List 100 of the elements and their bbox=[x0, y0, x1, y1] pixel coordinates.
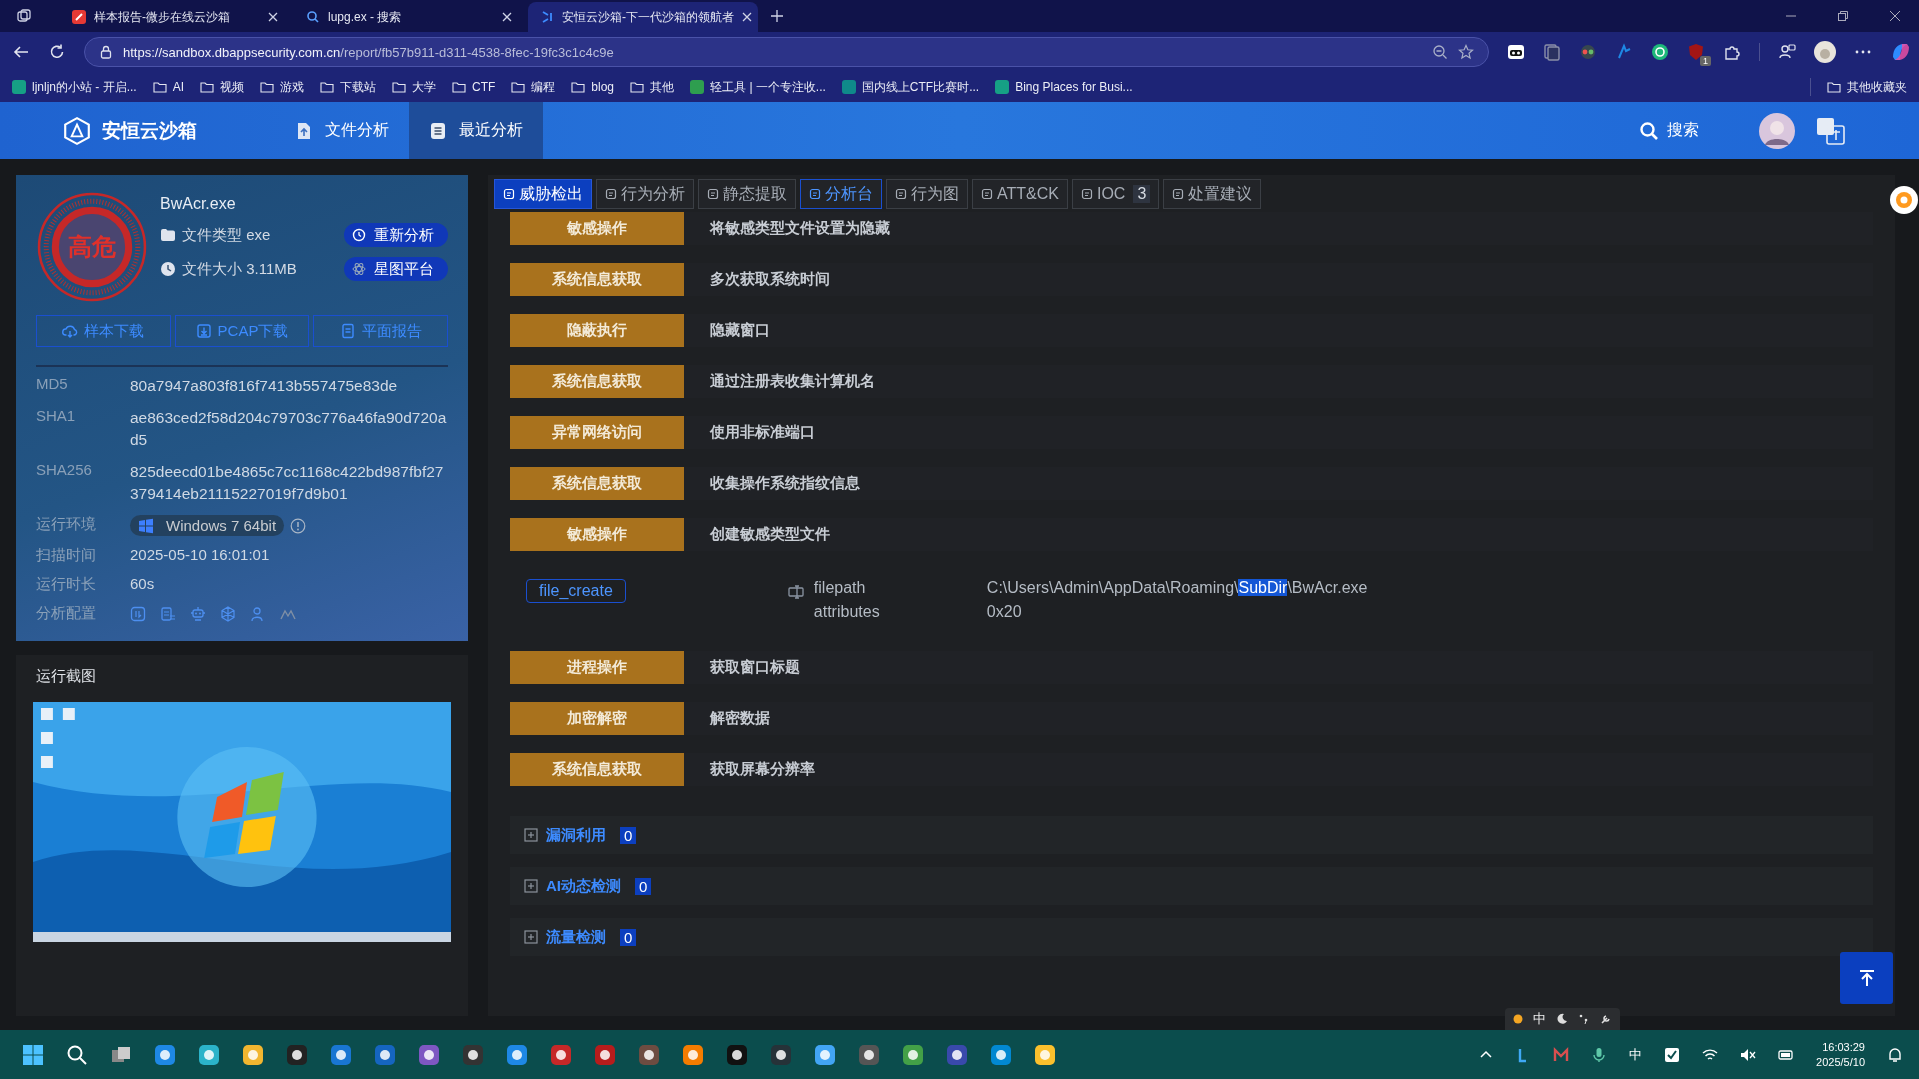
ime-mode[interactable]: 中 bbox=[1533, 1010, 1546, 1028]
reanalyze-button[interactable]: 重新分析 bbox=[344, 223, 448, 247]
bookmark-item[interactable]: 大学 bbox=[392, 78, 437, 96]
microphone-icon[interactable] bbox=[1591, 1046, 1608, 1063]
search-icon[interactable] bbox=[66, 1043, 88, 1066]
app-icon[interactable] bbox=[726, 1043, 748, 1066]
refresh-icon[interactable] bbox=[48, 43, 66, 61]
app-icon[interactable] bbox=[154, 1043, 176, 1066]
app-icon[interactable] bbox=[902, 1043, 924, 1066]
document-icon bbox=[160, 605, 176, 622]
copilot-icon[interactable] bbox=[1890, 41, 1912, 63]
app-icon[interactable] bbox=[594, 1043, 616, 1066]
feedback-icon[interactable] bbox=[1778, 43, 1796, 61]
zoom-out-icon[interactable] bbox=[1432, 44, 1448, 60]
nav-item[interactable]: 文件分析 bbox=[275, 102, 409, 159]
bookmark-item[interactable]: 视频 bbox=[200, 78, 245, 96]
app-icon[interactable] bbox=[330, 1043, 352, 1066]
app-icon[interactable] bbox=[682, 1043, 704, 1066]
app-icon[interactable] bbox=[418, 1043, 440, 1066]
start-icon[interactable] bbox=[22, 1043, 44, 1066]
app-icon[interactable] bbox=[286, 1043, 308, 1066]
app-icon[interactable] bbox=[374, 1043, 396, 1066]
extension-icon[interactable] bbox=[1579, 43, 1597, 61]
app-icon[interactable] bbox=[858, 1043, 880, 1066]
collapsible-section[interactable]: AI动态检测 0 bbox=[510, 867, 1873, 905]
profile-avatar[interactable] bbox=[1814, 41, 1836, 63]
tab-icon bbox=[605, 188, 617, 200]
bookmark-item[interactable]: 编程 bbox=[511, 78, 556, 96]
app-icon[interactable] bbox=[242, 1043, 264, 1066]
app-icon[interactable] bbox=[462, 1043, 484, 1066]
report-tab[interactable]: 威胁检出 bbox=[494, 179, 592, 209]
new-tab-icon[interactable] bbox=[770, 9, 784, 23]
bookmark-item[interactable]: 其他收藏夹 bbox=[1827, 78, 1907, 96]
expand-icon bbox=[524, 828, 538, 842]
punctuation-icon[interactable] bbox=[1578, 1013, 1590, 1025]
app-icon[interactable] bbox=[946, 1043, 968, 1066]
env-label: 运行环境 bbox=[36, 515, 97, 534]
category-tag: 异常网络访问 bbox=[510, 416, 684, 449]
count-badge: 0 bbox=[635, 877, 652, 895]
app-icon[interactable] bbox=[1034, 1043, 1056, 1066]
checkbox-icon[interactable] bbox=[1664, 1046, 1681, 1063]
bookmark-item[interactable]: 游戏 bbox=[260, 78, 305, 96]
app-icon[interactable] bbox=[550, 1043, 572, 1066]
close-icon[interactable] bbox=[1889, 10, 1901, 22]
close-icon[interactable] bbox=[502, 12, 512, 22]
back-to-top-button[interactable] bbox=[1840, 952, 1893, 1004]
collections-icon[interactable] bbox=[1543, 43, 1561, 61]
report-tab[interactable]: 处置建议 bbox=[1163, 179, 1262, 209]
user-avatar[interactable] bbox=[1759, 112, 1795, 149]
report-tab[interactable]: 行为分析 bbox=[596, 179, 694, 209]
app-icon[interactable] bbox=[990, 1043, 1012, 1066]
extension-icon[interactable] bbox=[1651, 43, 1669, 61]
app-icon[interactable] bbox=[814, 1043, 836, 1066]
browser-tab[interactable]: 安恒云沙箱-下一代沙箱的领航者 bbox=[528, 2, 758, 32]
tab-icon bbox=[1172, 188, 1185, 200]
search-link[interactable]: 搜索 bbox=[1639, 120, 1699, 141]
bookmark-item[interactable]: 下载站 bbox=[320, 78, 377, 96]
bookmark-item[interactable]: Bing Places for Busi... bbox=[995, 80, 1133, 94]
report-tab[interactable]: IOC 3 bbox=[1071, 179, 1160, 209]
report-tab[interactable]: 静态提取 bbox=[698, 179, 796, 209]
bookmark-item[interactable]: 国内线上CTF比赛时... bbox=[841, 78, 980, 96]
app-icon[interactable] bbox=[198, 1043, 220, 1066]
close-icon[interactable] bbox=[268, 12, 278, 22]
report-tab[interactable]: 分析台 bbox=[800, 179, 882, 209]
scan-time: 2025-05-10 16:01:01 bbox=[130, 546, 271, 565]
restore-icon[interactable] bbox=[1837, 10, 1849, 22]
threat-description: 解密数据 bbox=[710, 709, 770, 728]
app-icon[interactable] bbox=[638, 1043, 660, 1066]
puzzle-icon[interactable] bbox=[1723, 43, 1741, 61]
bookmark-item[interactable]: 轻工具 | 一个专注收... bbox=[690, 78, 826, 96]
info-icon[interactable] bbox=[290, 517, 307, 534]
app-icon[interactable] bbox=[506, 1043, 528, 1066]
report-tab[interactable]: 行为图 bbox=[886, 179, 968, 209]
ime-indicator[interactable]: 中 bbox=[1629, 1045, 1643, 1064]
brand-name: 安恒云沙箱 bbox=[102, 118, 197, 143]
wrench-icon[interactable] bbox=[1600, 1013, 1612, 1025]
collapsible-section[interactable]: 流量检测 0 bbox=[510, 918, 1873, 956]
floating-widget-icon[interactable] bbox=[1889, 185, 1919, 215]
close-icon[interactable] bbox=[742, 12, 752, 22]
bookmark-item[interactable]: CTF bbox=[452, 80, 496, 94]
collapsible-section[interactable]: 漏洞利用 0 bbox=[510, 816, 1873, 854]
browser-tab[interactable]: 样本报告-微步在线云沙箱 bbox=[60, 2, 290, 32]
scan-time-label: 扫描时间 bbox=[36, 546, 97, 565]
star-icon[interactable] bbox=[1458, 44, 1474, 60]
bookmark-item[interactable]: AI bbox=[152, 80, 185, 94]
bookmark-item[interactable]: blog bbox=[571, 80, 615, 94]
moon-icon[interactable] bbox=[1556, 1013, 1568, 1025]
address-field[interactable]: https://sandbox.dbappsecurity.com.cn/report/fb57b911-d311-4538-8fec-19fc3c1c4c9e bbox=[84, 37, 1489, 67]
bookmark-item[interactable]: ljnljn的小站 - 开启... bbox=[12, 78, 137, 96]
extension-icon[interactable] bbox=[1507, 43, 1525, 61]
notification-icon[interactable] bbox=[1887, 1046, 1903, 1063]
folder-icon bbox=[630, 80, 645, 94]
tab-actions-icon[interactable] bbox=[16, 8, 32, 24]
app-icon[interactable] bbox=[770, 1043, 792, 1066]
clock[interactable]: 16:03:29 2025/5/10 bbox=[1816, 1039, 1865, 1070]
nav-item[interactable]: 最近分析 bbox=[409, 102, 543, 159]
report-tab[interactable]: ATT&CK bbox=[972, 179, 1068, 209]
platform-button[interactable]: 星图平台 bbox=[344, 257, 448, 281]
bookmark-item[interactable]: 其他 bbox=[630, 78, 675, 96]
browser-tab[interactable]: lupg.ex - 搜索 bbox=[294, 2, 524, 32]
